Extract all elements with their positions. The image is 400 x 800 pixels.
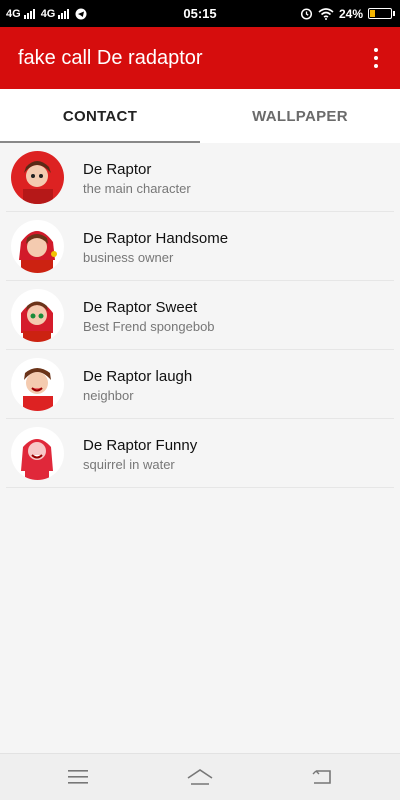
battery-icon xyxy=(368,8,395,19)
home-icon[interactable] xyxy=(170,754,230,800)
contact-name: De Raptor Handsome xyxy=(83,230,229,247)
status-bar: 4G 4G 05:15 24% xyxy=(0,0,400,27)
contact-row[interactable]: De Raptor Funny squirrel in water xyxy=(6,419,394,488)
contact-row[interactable]: De Raptor the main character xyxy=(6,143,394,212)
contact-row[interactable]: De Raptor Sweet Best Frend spongebob xyxy=(6,281,394,350)
app-bar: fake call De radaptor xyxy=(0,27,400,89)
alarm-icon xyxy=(300,8,313,20)
back-icon[interactable] xyxy=(292,754,352,800)
contact-name: De Raptor Funny xyxy=(83,437,198,454)
contact-name: De Raptor xyxy=(83,161,152,178)
avatar xyxy=(11,358,64,411)
battery-percent: 24% xyxy=(338,6,363,21)
tab-contact[interactable]: CONTACT xyxy=(0,89,200,143)
tab-bar: CONTACT WALLPAPER xyxy=(0,89,400,143)
more-vert-icon[interactable] xyxy=(366,45,386,71)
avatar xyxy=(11,220,64,273)
contact-list: De Raptor the main character De Raptor H… xyxy=(0,143,400,488)
contact-subtitle: business owner xyxy=(83,250,174,265)
avatar xyxy=(11,289,64,342)
contact-subtitle: Best Frend spongebob xyxy=(83,319,215,334)
status-icons: 24% xyxy=(300,0,395,27)
avatar xyxy=(11,427,64,480)
menu-icon[interactable] xyxy=(48,754,108,800)
avatar xyxy=(11,151,64,204)
contact-subtitle: neighbor xyxy=(83,388,134,403)
wifi-icon xyxy=(318,7,334,20)
contact-subtitle: the main character xyxy=(83,181,191,196)
tab-wallpaper[interactable]: WALLPAPER xyxy=(200,89,400,143)
contact-name: De Raptor laugh xyxy=(83,368,193,385)
contact-row[interactable]: De Raptor laugh neighbor xyxy=(6,350,394,419)
contact-row[interactable]: De Raptor Handsome business owner xyxy=(6,212,394,281)
contact-subtitle: squirrel in water xyxy=(83,457,175,472)
navigation-bar xyxy=(0,753,400,800)
app-title: fake call De radaptor xyxy=(18,47,203,69)
contact-name: De Raptor Sweet xyxy=(83,299,198,316)
